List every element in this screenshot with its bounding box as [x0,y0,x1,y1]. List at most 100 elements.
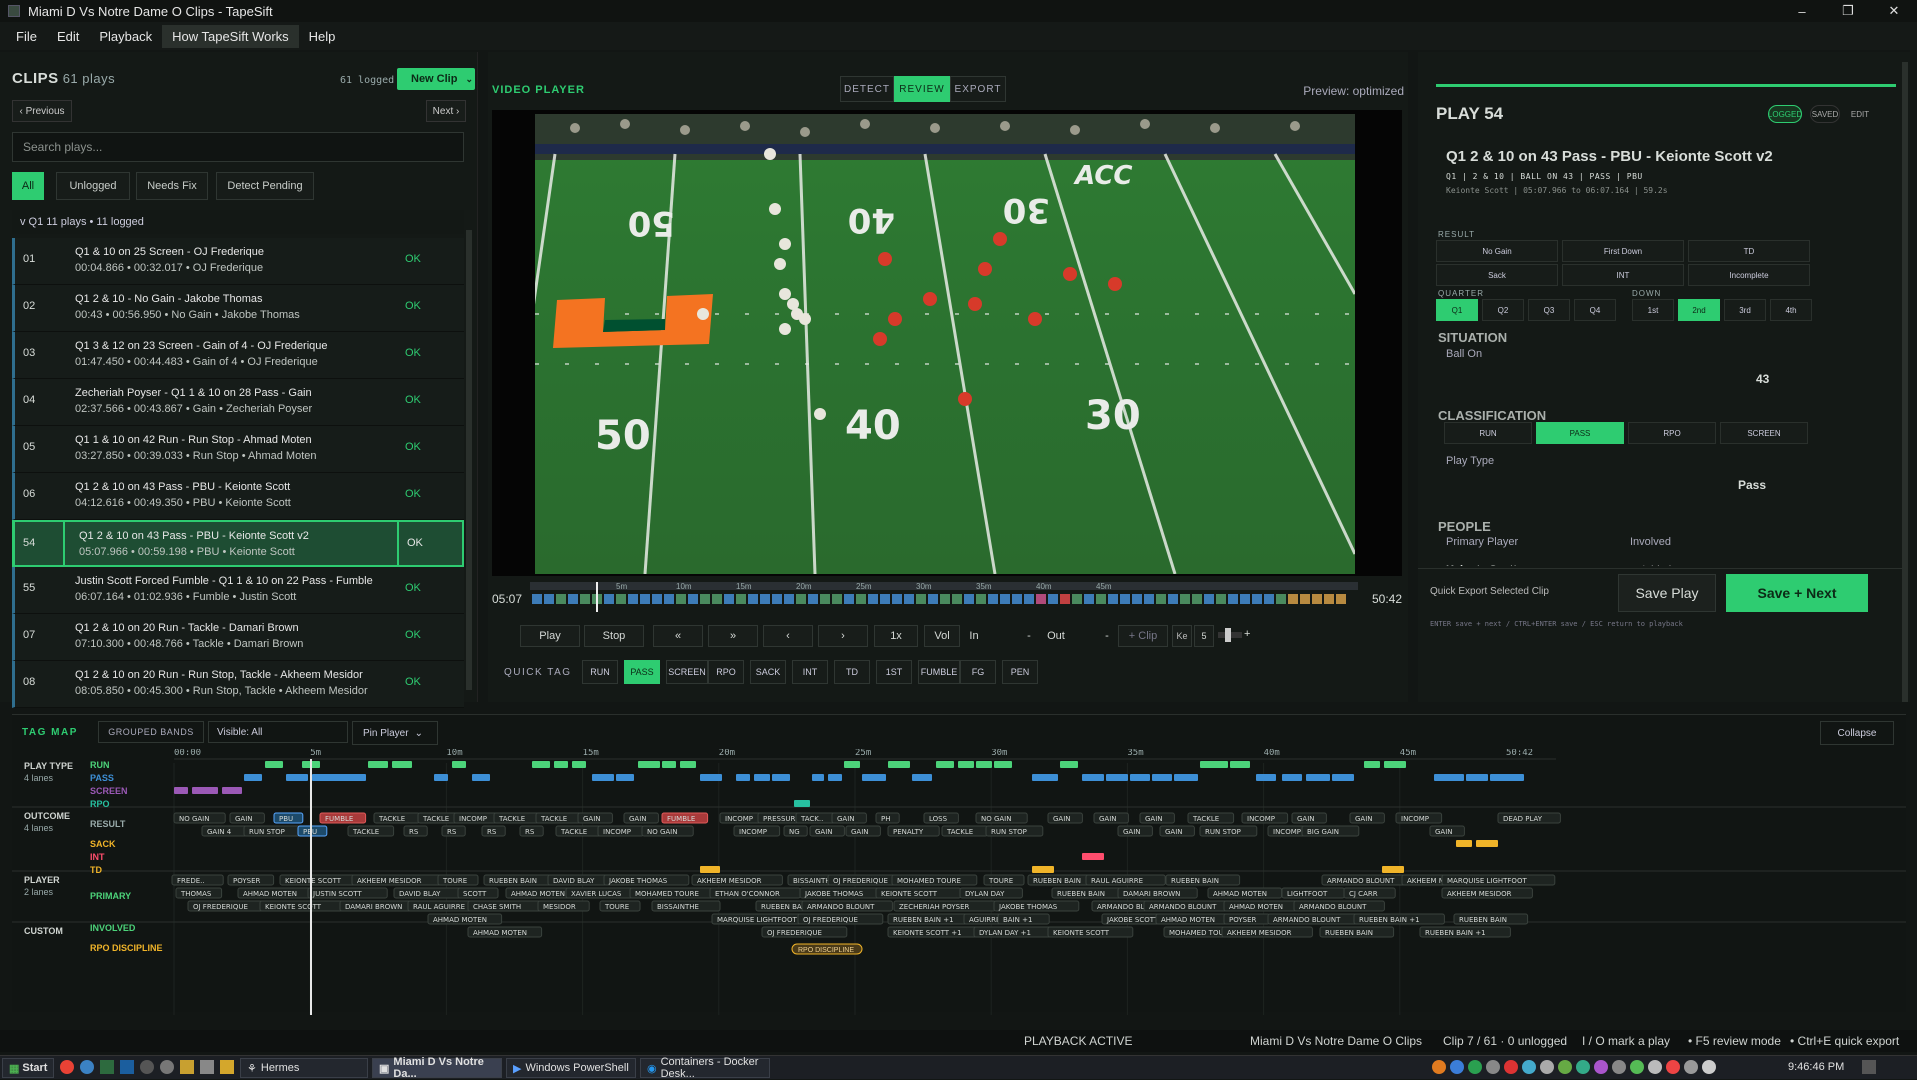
tag-bar[interactable] [812,774,824,781]
timeline-segment[interactable] [1240,594,1250,604]
tag-bar[interactable] [936,761,954,768]
scrollbar[interactable] [466,230,472,690]
tray-icon[interactable] [1594,1060,1608,1074]
tag-bar[interactable] [862,774,886,781]
tag-bar[interactable] [1256,774,1276,781]
quarter-q2[interactable]: Q2 [1482,299,1524,321]
add-player-input[interactable]: Add player [1640,560,1840,566]
quick-tag-td[interactable]: TD [834,660,870,684]
tag-bar[interactable] [1152,774,1172,781]
browser-icon[interactable] [80,1060,94,1074]
timeline-segment[interactable] [820,594,830,604]
timeline-segment[interactable] [640,594,650,604]
group-header-q1[interactable]: v Q1 11 plays • 11 logged [12,210,464,234]
timeline-segment[interactable] [1108,594,1118,604]
result-incomplete[interactable]: Incomplete [1688,264,1810,286]
tag-bar[interactable] [754,774,770,781]
quarter-q4[interactable]: Q4 [1574,299,1616,321]
timeline-segment[interactable] [916,594,926,604]
timeline-segment[interactable] [736,594,746,604]
timeline-segment[interactable] [928,594,938,604]
timeline-segment[interactable] [1288,594,1298,604]
tray-icon[interactable] [1630,1060,1644,1074]
next-button[interactable]: Next › [426,100,466,122]
pin-player-select[interactable]: Pin Player ⌄ [352,721,438,745]
clip-row[interactable]: 04 Zecheriah Poyser - Q1 1 & 10 on 28 Pas… [12,379,464,426]
tray-icon[interactable] [1666,1060,1680,1074]
tag-bar[interactable] [976,761,992,768]
timeline-segment[interactable] [952,594,962,604]
timeline-segment[interactable] [1252,594,1262,604]
quick-tag-fumble[interactable]: FUMBLE [918,660,960,684]
volume-icon[interactable] [1684,1060,1698,1074]
tag-bar[interactable] [958,761,974,768]
tag-bar[interactable] [1466,774,1488,781]
timeline-segment[interactable] [1012,594,1022,604]
search-input[interactable]: Search plays... [12,132,464,162]
timeline-segment[interactable] [880,594,890,604]
visible-select[interactable]: Visible: All [208,721,348,743]
timeline-segment[interactable] [1000,594,1010,604]
timeline-segment[interactable] [1132,594,1142,604]
step-forward-button[interactable]: › [818,625,868,647]
timeline-segment[interactable] [1084,594,1094,604]
clip-row[interactable]: 03 Q1 3 & 12 on 23 Screen - Gain of 4 - O… [12,332,464,379]
tag-bar[interactable] [1382,866,1404,873]
quick-tag-run[interactable]: RUN [582,660,618,684]
clip-row[interactable]: 06 Q1 2 & 10 on 43 Pass - PBU - Keionte S… [12,473,464,520]
tray-icon[interactable] [1576,1060,1590,1074]
quick-tag-pen[interactable]: PEN [1002,660,1038,684]
maximize-button[interactable]: ❐ [1825,0,1871,22]
down-1st[interactable]: 1st [1632,299,1674,321]
tag-bar[interactable] [1332,774,1354,781]
tag-bar[interactable] [1384,761,1406,768]
timeline-segment[interactable] [1300,594,1310,604]
fast-forward-button[interactable]: » [708,625,758,647]
timeline-segment[interactable] [1336,594,1346,604]
timeline-segment[interactable] [1168,594,1178,604]
tab-detect[interactable]: DETECT [840,76,894,102]
result-td[interactable]: TD [1688,240,1810,262]
tag-bar[interactable] [312,774,366,781]
rewind-button[interactable]: « [653,625,703,647]
tag-bar[interactable] [434,774,448,781]
timeline-segment[interactable] [1036,594,1046,604]
timeline-segment[interactable] [532,594,542,604]
close-button[interactable]: ✕ [1871,0,1917,22]
tag-bar[interactable] [1174,774,1198,781]
timeline-segment[interactable] [988,594,998,604]
timeline-segment[interactable] [1312,594,1322,604]
app-icon[interactable] [160,1060,174,1074]
result-sack[interactable]: Sack [1436,264,1558,286]
step-back-button[interactable]: ‹ [763,625,813,647]
out-value[interactable]: - [1100,625,1114,647]
clip-row[interactable]: 07 Q1 2 & 10 on 20 Run - Tackle - Damari … [12,614,464,661]
timeline-segment[interactable] [1156,594,1166,604]
app-icon[interactable] [140,1060,154,1074]
tag-bar[interactable] [1490,774,1524,781]
timeline-segment[interactable] [1024,594,1034,604]
tag-bar[interactable] [192,787,218,794]
zoom-slider-handle[interactable] [1225,628,1231,642]
tag-bar[interactable] [554,761,568,768]
tag-bar[interactable] [1306,774,1330,781]
key-field[interactable]: Ke [1172,625,1192,647]
timeline-segment[interactable] [784,594,794,604]
quick-tag-int[interactable]: INT [792,660,828,684]
timeline-segment[interactable] [1180,594,1190,604]
timeline-segment[interactable] [1192,594,1202,604]
filter-detect-pending[interactable]: Detect Pending [216,172,314,200]
timeline-segment[interactable] [712,594,722,604]
timeline-segment[interactable] [1096,594,1106,604]
tag-bar[interactable] [1282,774,1302,781]
timeline-segment[interactable] [1324,594,1334,604]
tag-bar[interactable] [994,761,1012,768]
class-pass[interactable]: PASS [1536,422,1624,444]
tag-bar[interactable] [1032,866,1054,873]
tag-bar[interactable] [592,774,614,781]
timeline-scrubber[interactable]: 5m 10m 15m 20m 25m 30m 35m 40m 45m [530,582,1358,614]
menu-help[interactable]: Help [299,25,346,48]
timeline-segment[interactable] [844,594,854,604]
clip-row[interactable]: 08 Q1 2 & 10 on 20 Run - Run Stop, Tackle… [12,661,464,708]
tag-bar[interactable] [1364,761,1380,768]
